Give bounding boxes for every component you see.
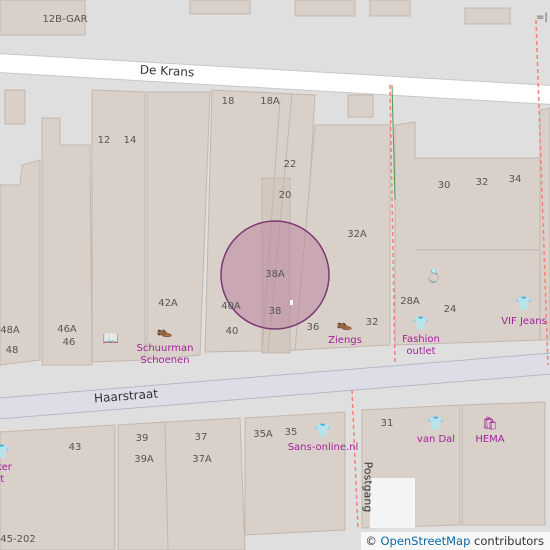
building <box>347 94 374 118</box>
house-number: 43 <box>68 442 82 453</box>
footpath <box>351 389 359 531</box>
building <box>189 0 251 15</box>
shirt-icon[interactable]: 👕 <box>0 446 10 459</box>
street-label-postgang: Postgang <box>361 461 375 513</box>
house-number: 34 <box>508 174 522 185</box>
building <box>4 89 26 125</box>
building <box>464 7 511 25</box>
house-number: 45-202 <box>0 534 36 545</box>
house-number: 48A <box>0 325 20 336</box>
house-number: 42A <box>158 298 178 309</box>
house-number: 40 <box>225 326 239 337</box>
house-number: 32 <box>365 317 379 328</box>
attribution-suffix: contributors <box>470 534 544 548</box>
house-number: 32A <box>347 229 367 240</box>
shirt-icon[interactable]: 👕 <box>315 425 331 438</box>
house-number: 28A <box>400 296 420 307</box>
house-number: 24 <box>443 304 457 315</box>
house-number: 18A <box>260 96 280 107</box>
shirt-icon[interactable]: 👕 <box>413 318 429 331</box>
shopping-bag-icon[interactable]: 🛍 <box>482 418 499 431</box>
street-label-de-krans: De Krans <box>139 62 195 80</box>
house-number: 39A <box>134 454 154 465</box>
building <box>461 401 546 526</box>
poi-label-schuurman-schoenen[interactable]: Schuurman Schoenen <box>136 343 193 367</box>
house-number: 46A <box>57 324 77 335</box>
openstreetmap-link[interactable]: OpenStreetMap <box>380 534 470 548</box>
marker-detail <box>290 300 293 305</box>
poi-label-vif-jeans[interactable]: VIF Jeans <box>501 316 547 328</box>
building <box>91 89 146 363</box>
map-feature-symbol: =| <box>536 12 548 23</box>
house-number: 39 <box>135 433 149 444</box>
shirt-icon[interactable]: 👕 <box>516 298 532 311</box>
house-number: 38A <box>265 269 285 280</box>
house-number: 40A <box>221 301 241 312</box>
road-haarstraat <box>0 353 550 419</box>
poi-label-sans-online[interactable]: Sans-online.nl <box>288 442 359 454</box>
shoe-icon[interactable]: 👞 <box>157 325 173 338</box>
house-number: 31 <box>380 418 394 429</box>
house-number: 30 <box>437 180 451 191</box>
house-number: 12 <box>97 135 111 146</box>
courtyard <box>370 478 415 528</box>
shirt-icon[interactable]: 👕 <box>428 418 444 431</box>
poi-label-van-dal[interactable]: van Dal <box>417 434 455 446</box>
book-icon[interactable]: 📖 <box>103 333 119 346</box>
building <box>539 107 550 341</box>
map-attribution: © OpenStreetMap contributors <box>361 532 550 550</box>
building <box>394 121 541 346</box>
jewelry-icon[interactable]: 💍 <box>426 271 442 284</box>
house-number: 37A <box>192 454 212 465</box>
house-number: 35A <box>253 429 273 440</box>
road-de-krans <box>0 54 550 104</box>
poi-label-partial[interactable]: ker rt <box>0 462 12 486</box>
building <box>146 91 211 361</box>
building <box>369 0 411 17</box>
house-number: 12B-GAR <box>42 14 88 25</box>
house-number: 46 <box>62 337 76 348</box>
attribution-prefix: © <box>365 534 381 548</box>
building <box>294 0 356 17</box>
house-number: 36 <box>306 322 320 333</box>
map-view[interactable]: =| De Krans Haarstraat Postgang 12B-GAR … <box>0 0 550 550</box>
house-number: 20 <box>278 190 292 201</box>
house-number: 32 <box>475 177 489 188</box>
house-number: 22 <box>283 159 297 170</box>
house-number: 48 <box>5 345 19 356</box>
poi-label-hema[interactable]: HEMA <box>475 434 504 446</box>
house-number: 14 <box>123 135 137 146</box>
house-number: 37 <box>194 432 208 443</box>
poi-label-ziengs[interactable]: Ziengs <box>328 335 362 347</box>
poi-label-fashion-outlet[interactable]: Fashion outlet <box>402 334 440 358</box>
house-number: 18 <box>221 96 235 107</box>
building <box>0 424 116 550</box>
footpath <box>389 84 396 366</box>
shoe-icon[interactable]: 👞 <box>337 318 353 331</box>
house-number: 35 <box>284 427 298 438</box>
house-number: 38 <box>268 306 282 317</box>
